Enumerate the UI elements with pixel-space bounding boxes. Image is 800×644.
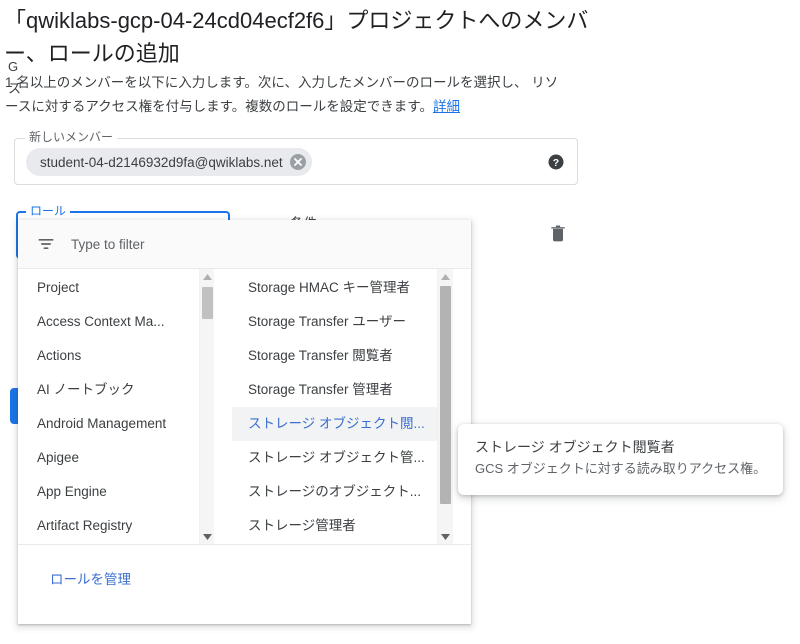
help-circle-icon[interactable]: ?: [547, 153, 565, 171]
role-list: Storage HMAC キー管理者 Storage Transfer ユーザー…: [232, 269, 453, 543]
list-item[interactable]: Project: [18, 271, 214, 305]
tooltip-body: GCS オブジェクトに対する読み取りアクセス権。: [475, 461, 767, 476]
list-item[interactable]: Storage HMAC キー管理者: [232, 271, 453, 305]
new-member-legend: 新しいメンバー: [25, 130, 118, 144]
role-hidden-text-2: ス: [8, 81, 22, 96]
chip-remove-icon[interactable]: [289, 154, 306, 170]
scrollbar-thumb[interactable]: [440, 286, 451, 504]
list-item[interactable]: Actions: [18, 339, 214, 373]
role-list-scrollbar[interactable]: [437, 269, 453, 544]
dropdown-filter-row: [18, 220, 471, 269]
page-description-line-1: 1 名以上のメンバーを以下に入力します。次に、入力したメンバーのロールを選択し、: [5, 75, 528, 90]
scroll-down-icon[interactable]: [200, 529, 214, 544]
filter-icon: [36, 234, 56, 254]
dropdown-columns: Project Access Context Ma... Actions AI …: [18, 269, 471, 544]
list-item[interactable]: App Engine: [18, 475, 214, 509]
dropdown-service-column: Project Access Context Ma... Actions AI …: [18, 269, 214, 544]
role-dropdown-panel: Project Access Context Ma... Actions AI …: [18, 220, 471, 624]
scroll-down-icon[interactable]: [438, 529, 453, 544]
role-description-tooltip: ストレージ オブジェクト閲覧者 GCS オブジェクトに対する読み取りアクセス権。: [458, 424, 783, 495]
list-item[interactable]: Storage Transfer 管理者: [232, 373, 453, 407]
list-item[interactable]: ストレージ管理者: [232, 509, 453, 543]
role-select-legend: ロール: [26, 204, 71, 219]
list-item[interactable]: Apigee: [18, 441, 214, 475]
svg-text:?: ?: [553, 157, 559, 169]
list-item[interactable]: ストレージのオブジェクト...: [232, 475, 453, 509]
scrollbar-thumb[interactable]: [202, 287, 213, 319]
new-member-field[interactable]: 新しいメンバー student-04-d2146932d9fa@qwiklabs…: [14, 130, 578, 185]
learn-more-link[interactable]: 詳細: [433, 99, 460, 114]
list-item-selected[interactable]: ストレージ オブジェクト閲...: [232, 407, 453, 441]
member-chip[interactable]: student-04-d2146932d9fa@qwiklabs.net: [26, 148, 312, 176]
scroll-up-icon[interactable]: [438, 269, 453, 284]
service-list-scrollbar[interactable]: [199, 269, 214, 544]
list-item[interactable]: Artifact Registry: [18, 509, 214, 543]
page-title: 「qwiklabs-gcp-04-24cd04ecf2f6」プロジェクトへのメン…: [4, 8, 589, 66]
trash-icon[interactable]: [548, 222, 568, 244]
column-gap: [214, 269, 232, 544]
manage-roles-link[interactable]: ロールを管理: [50, 568, 131, 588]
list-item[interactable]: Storage Transfer 閲覧者: [232, 339, 453, 373]
scroll-up-icon[interactable]: [200, 269, 214, 284]
service-list: Project Access Context Ma... Actions AI …: [18, 269, 214, 543]
page-description: 1 名以上のメンバーを以下に入力します。次に、入力したメンバーのロールを選択し、…: [5, 71, 565, 119]
list-item[interactable]: Storage Transfer ユーザー: [232, 305, 453, 339]
role-hidden-text-1: G: [8, 59, 19, 74]
dropdown-footer: ロールを管理: [18, 544, 471, 624]
list-item[interactable]: ストレージ オブジェクト管...: [232, 441, 453, 475]
member-chip-label: student-04-d2146932d9fa@qwiklabs.net: [40, 154, 283, 170]
list-item[interactable]: Access Context Ma...: [18, 305, 214, 339]
dropdown-role-column: Storage HMAC キー管理者 Storage Transfer ユーザー…: [232, 269, 453, 544]
tooltip-title: ストレージ オブジェクト閲覧者: [475, 439, 675, 455]
list-item[interactable]: Android Management: [18, 407, 214, 441]
filter-input[interactable]: [71, 236, 371, 252]
list-item[interactable]: AI ノートブック: [18, 373, 214, 407]
